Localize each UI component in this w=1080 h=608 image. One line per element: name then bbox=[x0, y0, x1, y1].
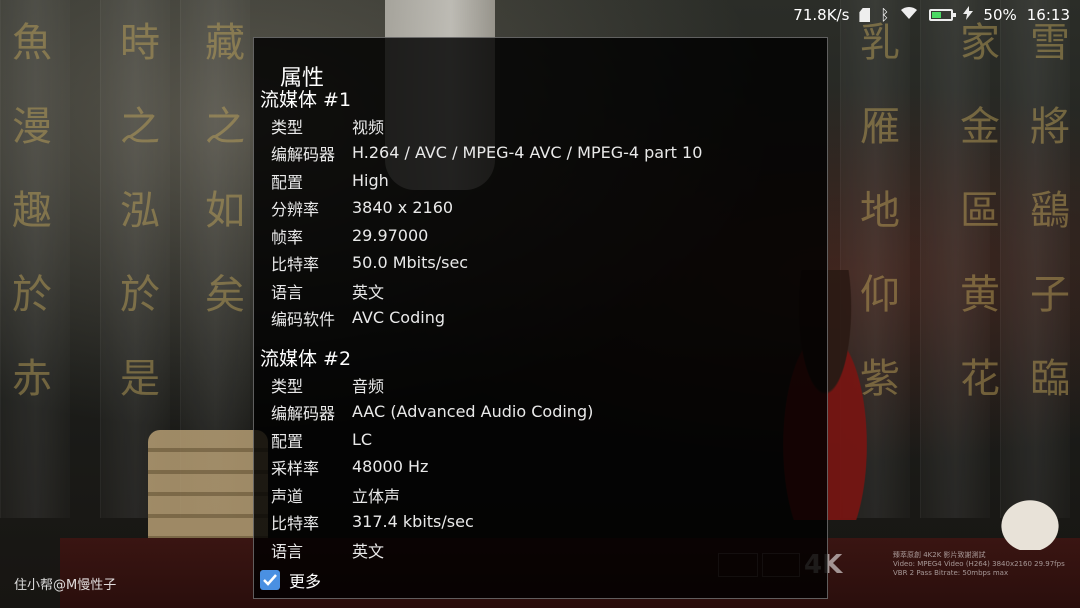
property-row: 帧率 29.97000 bbox=[271, 222, 428, 249]
property-value: AVC Coding bbox=[352, 308, 445, 327]
sd-card-icon bbox=[859, 8, 871, 22]
property-value: 英文 bbox=[352, 282, 385, 302]
video-caption-line: VBR 2 Pass Bitrate: 50mbps max bbox=[893, 569, 1009, 577]
property-label: 配置 bbox=[271, 431, 304, 451]
property-row: 编解码器 H.264 / AVC / MPEG-4 AVC / MPEG-4 p… bbox=[271, 139, 702, 166]
status-bar: 71.8K/s ᛒ 50% 16:13 bbox=[680, 0, 1080, 30]
more-label: 更多 bbox=[289, 572, 322, 591]
property-label: 帧率 bbox=[271, 227, 304, 247]
bamboo-steamer bbox=[148, 430, 268, 550]
battery-percent: 50% bbox=[983, 6, 1017, 24]
clock-time: 16:13 bbox=[1026, 6, 1070, 24]
property-row: 语言 英文 bbox=[271, 536, 384, 563]
bluetooth-icon: ᛒ bbox=[880, 6, 890, 24]
network-speed: 71.8K/s bbox=[793, 6, 850, 24]
property-value: 立体声 bbox=[352, 486, 401, 506]
property-value: 音频 bbox=[352, 376, 385, 396]
battery-icon bbox=[929, 9, 957, 21]
battery-level bbox=[932, 12, 942, 18]
property-value: AAC (Advanced Audio Coding) bbox=[352, 402, 594, 421]
property-label: 采样率 bbox=[271, 458, 320, 478]
property-row: 比特率 50.0 Mbits/sec bbox=[271, 249, 468, 276]
property-label: 编码软件 bbox=[271, 309, 336, 329]
video-caption: 臻萃原創 4K2K 影片致謝測試 Video: MPEG4 Video (H26… bbox=[893, 551, 1073, 578]
property-value: 视频 bbox=[352, 117, 385, 137]
property-label: 语言 bbox=[271, 282, 304, 302]
property-label: 语言 bbox=[271, 541, 304, 561]
property-row: 分辨率 3840 x 2160 bbox=[271, 194, 453, 221]
property-label: 编解码器 bbox=[271, 403, 336, 423]
property-value: 48000 Hz bbox=[352, 457, 429, 476]
property-row: 类型 视频 bbox=[271, 112, 384, 139]
properties-dialog[interactable]: 属性 流媒体 #1 类型 视频 编解码器 H.264 / AVC / MPEG-… bbox=[253, 37, 828, 599]
charging-icon bbox=[963, 6, 974, 24]
wifi-icon bbox=[899, 6, 919, 24]
checkmark-icon bbox=[263, 574, 277, 586]
watermark: 住小帮@M慢性子 bbox=[14, 578, 117, 593]
property-row: 语言 英文 bbox=[271, 277, 384, 304]
calligraphy-column: 雪將鷂子臨 bbox=[1030, 20, 1070, 402]
property-label: 类型 bbox=[271, 117, 304, 137]
property-row: 配置 High bbox=[271, 167, 389, 194]
property-row: 比特率 317.4 kbits/sec bbox=[271, 508, 474, 535]
more-checkbox[interactable] bbox=[260, 570, 280, 590]
property-row: 编解码器 AAC (Advanced Audio Coding) bbox=[271, 398, 593, 425]
calligraphy-column: 時之泓於是 bbox=[120, 20, 160, 402]
calligraphy-column: 魚漫趣於赤 bbox=[12, 20, 52, 402]
property-value: LC bbox=[352, 430, 373, 449]
property-row: 类型 音频 bbox=[271, 371, 384, 398]
property-value: H.264 / AVC / MPEG-4 AVC / MPEG-4 part 1… bbox=[352, 143, 703, 162]
property-value: High bbox=[352, 171, 389, 190]
property-row: 配置 LC bbox=[271, 426, 372, 453]
property-value: 317.4 kbits/sec bbox=[352, 512, 474, 531]
more-toggle[interactable]: 更多 bbox=[260, 568, 321, 592]
calligraphy-column: 家金區黄花 bbox=[960, 20, 1000, 402]
video-player-screen: 魚漫趣於赤 時之泓於是 藏之如矣 乳雁地仰紫 家金區黄花 雪將鷂子臨 4K 臻萃… bbox=[0, 0, 1080, 608]
property-label: 声道 bbox=[271, 486, 304, 506]
property-value: 29.97000 bbox=[352, 226, 429, 245]
video-caption-line: 臻萃原創 4K2K 影片致謝測試 bbox=[893, 551, 986, 559]
property-label: 分辨率 bbox=[271, 199, 320, 219]
property-value: 50.0 Mbits/sec bbox=[352, 253, 469, 272]
calligraphy-column: 藏之如矣 bbox=[205, 20, 245, 318]
property-row: 采样率 48000 Hz bbox=[271, 453, 428, 480]
stream-heading-1: 流媒体 #1 bbox=[260, 89, 352, 111]
property-row: 编码软件 AVC Coding bbox=[271, 304, 445, 331]
property-value: 3840 x 2160 bbox=[352, 198, 454, 217]
property-row: 声道 立体声 bbox=[271, 481, 400, 508]
teapot bbox=[990, 490, 1070, 550]
property-label: 比特率 bbox=[271, 513, 320, 533]
stream-heading-2: 流媒体 #2 bbox=[260, 348, 352, 370]
property-label: 类型 bbox=[271, 376, 304, 396]
property-label: 编解码器 bbox=[271, 144, 336, 164]
property-label: 比特率 bbox=[271, 254, 320, 274]
property-label: 配置 bbox=[271, 172, 304, 192]
property-value: 英文 bbox=[352, 541, 385, 561]
video-caption-line: Video: MPEG4 Video (H264) 3840x2160 29.9… bbox=[893, 560, 1065, 568]
